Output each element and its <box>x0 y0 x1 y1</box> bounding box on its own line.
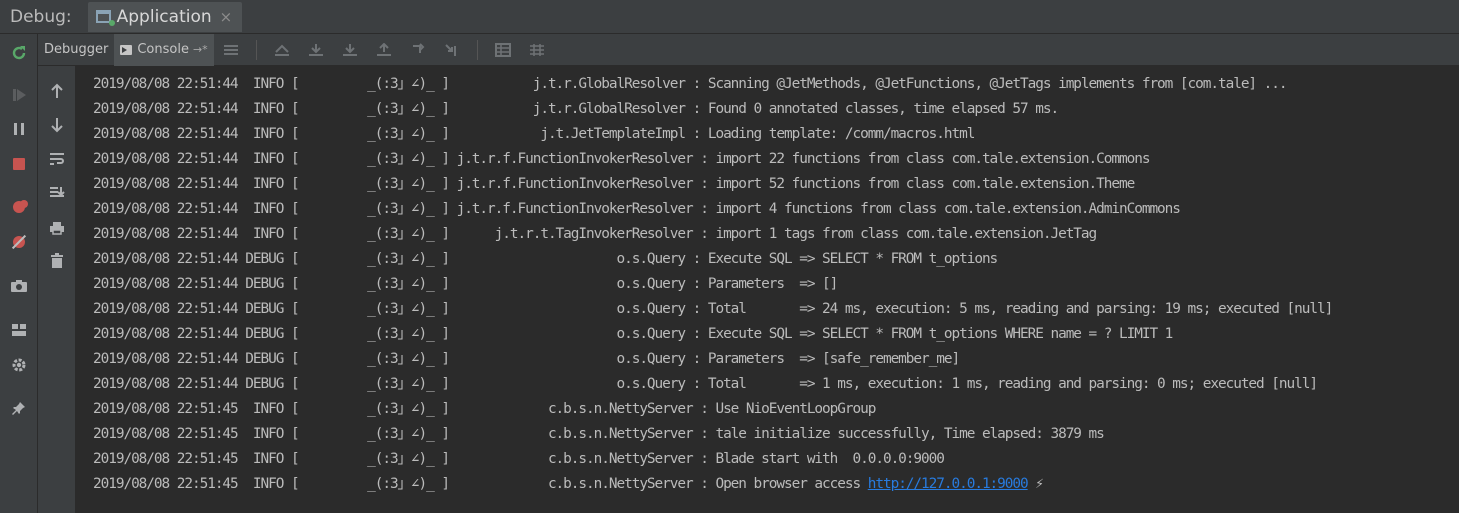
application-icon <box>95 10 115 26</box>
log-line: 2019/08/08 22:51:45 INFO [ _(:3」∠)_ ] c.… <box>93 426 1105 442</box>
trace-icon[interactable] <box>520 43 554 57</box>
log-line: 2019/08/08 22:51:44 DEBUG [ _(:3」∠)_ ] o… <box>93 301 1333 317</box>
tab-application-label: Application <box>116 6 212 27</box>
down-arrow-icon[interactable] <box>38 112 76 138</box>
debug-window: Debug: Application × Debugger Console →*… <box>0 0 1459 513</box>
close-icon[interactable]: × <box>220 8 233 26</box>
debug-actions-toolbar <box>0 34 38 513</box>
log-line: 2019/08/08 22:51:44 DEBUG [ _(:3」∠)_ ] o… <box>93 376 1318 392</box>
evaluate-icon[interactable] <box>486 42 520 57</box>
settings-icon[interactable] <box>0 352 38 378</box>
menu-icon[interactable] <box>214 44 248 56</box>
trash-icon[interactable] <box>38 248 76 274</box>
log-line: 2019/08/08 22:51:44 DEBUG [ _(:3」∠)_ ] o… <box>93 276 838 292</box>
bolt-icon: ⚡ <box>1027 476 1044 492</box>
pin-tab-icon[interactable]: →* <box>193 43 208 56</box>
soft-wrap-icon[interactable] <box>38 146 76 172</box>
log-line: 2019/08/08 22:51:44 DEBUG [ _(:3」∠)_ ] o… <box>93 326 1173 342</box>
debug-label: Debug: <box>10 6 72 27</box>
console-output[interactable]: 2019/08/08 22:51:44 INFO [ _(:3」∠)_ ] j.… <box>76 66 1459 513</box>
toolbar-divider <box>255 39 257 60</box>
console-icon <box>120 44 133 55</box>
resume-icon[interactable] <box>0 82 38 108</box>
scroll-to-end-icon[interactable] <box>38 180 76 206</box>
tab-console[interactable]: Console →* <box>114 33 214 66</box>
log-line: 2019/08/08 22:51:44 INFO [ _(:3」∠)_ ] j.… <box>93 101 1059 117</box>
log-line: 2019/08/08 22:51:44 DEBUG [ _(:3」∠)_ ] o… <box>93 351 960 367</box>
log-line-text: 2019/08/08 22:51:45 INFO [ _(:3」∠)_ ] c.… <box>93 476 868 492</box>
step-out-icon[interactable] <box>367 42 401 57</box>
toolbar-divider <box>476 39 478 60</box>
camera-icon[interactable] <box>0 273 38 299</box>
rerun-icon[interactable] <box>0 40 38 66</box>
log-line: 2019/08/08 22:51:44 DEBUG [ _(:3」∠)_ ] o… <box>93 251 998 267</box>
log-line: 2019/08/08 22:51:44 INFO [ _(:3」∠)_ ] j.… <box>93 176 1135 192</box>
log-line: 2019/08/08 22:51:45 INFO [ _(:3」∠)_ ] c.… <box>93 451 945 467</box>
tab-debugger[interactable]: Debugger <box>38 34 114 66</box>
console-actions-toolbar <box>38 66 76 513</box>
layout-icon[interactable] <box>0 317 38 343</box>
log-line: 2019/08/08 22:51:45 INFO [ _(:3」∠)_ ] c.… <box>93 401 876 417</box>
print-icon[interactable] <box>38 215 76 241</box>
tab-console-label: Console <box>137 42 189 57</box>
debug-title-bar: Debug: Application × <box>0 0 1459 34</box>
tab-debugger-label: Debugger <box>44 42 109 57</box>
log-line: 2019/08/08 22:51:44 INFO [ _(:3」∠)_ ] j.… <box>93 126 975 142</box>
log-line: 2019/08/08 22:51:44 INFO [ _(:3」∠)_ ] j.… <box>93 151 1151 167</box>
step-over-icon[interactable] <box>299 43 333 57</box>
stop-icon[interactable] <box>0 151 38 177</box>
pin-icon[interactable] <box>0 395 38 421</box>
pause-icon[interactable] <box>0 116 38 142</box>
debugger-toolbar: Debugger Console →* <box>38 33 1459 66</box>
run-to-cursor-icon[interactable] <box>435 43 469 57</box>
log-line: 2019/08/08 22:51:44 INFO [ _(:3」∠)_ ] j.… <box>93 226 1097 242</box>
drop-frame-icon[interactable] <box>401 42 435 57</box>
log-line: 2019/08/08 22:51:44 INFO [ _(:3」∠)_ ] j.… <box>93 201 1181 217</box>
log-line: 2019/08/08 22:51:44 INFO [ _(:3」∠)_ ] j.… <box>93 76 1288 92</box>
step-into-icon[interactable] <box>333 43 367 57</box>
show-execution-point-icon[interactable] <box>265 43 299 57</box>
log-line: 2019/08/08 22:51:45 INFO [ _(:3」∠)_ ] c.… <box>93 472 1044 497</box>
up-arrow-icon[interactable] <box>38 78 76 104</box>
browser-link[interactable]: http://127.0.0.1:9000 <box>868 476 1029 492</box>
mute-breakpoints-icon[interactable] <box>0 229 38 255</box>
view-breakpoints-icon[interactable] <box>0 194 38 220</box>
tab-application[interactable]: Application × <box>87 1 243 32</box>
